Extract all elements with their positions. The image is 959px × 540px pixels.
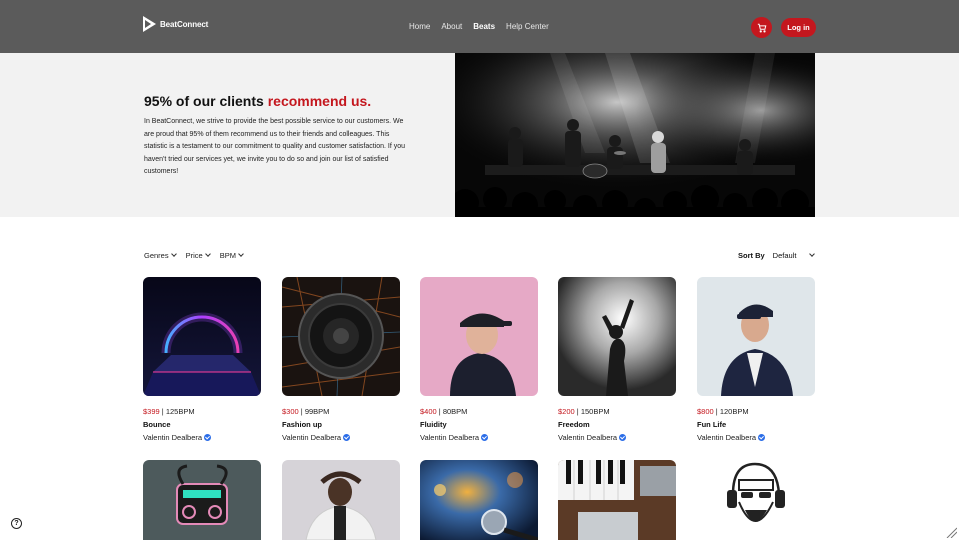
filter-genres-label: Genres [144,251,169,260]
hero-text: In BeatConnect, we strive to provide the… [144,118,406,175]
beat-price-bpm: $400 | 80BPM [420,407,468,416]
hero-title: 95% of our clients recommend us. [144,93,371,109]
beat-artist[interactable]: Valentin Dealbera [420,433,538,442]
chevron-down-icon [170,251,177,257]
nav-home[interactable]: Home [409,22,430,31]
beat-bpm: 150BPM [580,407,610,416]
beat-cover-image[interactable] [697,460,815,540]
beat-price: $200 [558,407,575,416]
nav-about[interactable]: About [441,22,462,31]
beat-price: $800 [697,407,714,416]
beat-bpm: 99BPM [304,407,330,416]
beat-title[interactable]: Fun Life [697,420,815,429]
hero-title-prefix: 95% of our clients [144,93,268,109]
hero-section: 95% of our clients recommend us. In Beat… [0,53,959,217]
beat-cover-image[interactable] [143,460,261,540]
main-nav: Home About Beats Help Center [409,22,549,31]
beat-card[interactable] [420,460,538,540]
beat-artist[interactable]: Valentin Dealbera [558,433,676,442]
beat-cover-image[interactable] [420,277,538,396]
beat-card[interactable]: $200 | 150BPM Freedom Valentin Dealbera [558,277,676,442]
beat-price-bpm: $399 | 125BPM [143,407,195,416]
play-logo-icon [143,16,156,32]
beat-price: $399 [143,407,160,416]
cart-button[interactable] [751,17,772,38]
chevron-down-icon [204,251,211,257]
beat-card[interactable] [282,460,400,540]
beat-artist[interactable]: Valentin Dealbera [282,433,400,442]
filter-price[interactable]: Price [185,251,211,260]
verified-badge-icon [204,434,212,441]
beat-cover-image[interactable] [143,277,261,396]
site-header: BeatConnect Home About Beats Help Center… [0,0,959,53]
beat-title[interactable]: Fashion up [282,420,400,429]
beat-artist-name: Valentin Dealbera [282,433,342,442]
login-button[interactable]: Log in [781,18,816,37]
beat-card[interactable]: $400 | 80BPM Fluidity Valentin Dealbera [420,277,538,442]
beat-card[interactable] [697,460,815,540]
beat-artist-name: Valentin Dealbera [143,433,203,442]
beat-title[interactable]: Fluidity [420,420,538,429]
cart-icon [757,23,766,32]
beat-price-bpm: $300 | 99BPM [282,407,330,416]
beat-card[interactable]: $300 | 99BPM Fashion up Valentin Dealber… [282,277,400,442]
filter-bpm-label: BPM [219,251,236,260]
beat-bpm: 80BPM [442,407,468,416]
beat-card[interactable]: $800 | 120BPM Fun Life Valentin Dealbera [697,277,815,442]
concert-photo [455,53,815,217]
nav-beats[interactable]: Beats [473,22,495,31]
sort-label: Sort By [738,251,765,260]
beat-card[interactable]: $399 | 125BPM Bounce Valentin Dealbera [143,277,261,442]
verified-badge-icon [619,434,627,441]
logo[interactable]: BeatConnect [143,16,208,32]
beat-bpm: 125BPM [165,407,195,416]
filter-genres[interactable]: Genres [144,251,177,260]
verified-badge-icon [758,434,766,441]
beat-artist-name: Valentin Dealbera [558,433,618,442]
beat-title[interactable]: Freedom [558,420,676,429]
beat-artist[interactable]: Valentin Dealbera [143,433,261,442]
beat-price-bpm: $800 | 120BPM [697,407,749,416]
beat-cover-image[interactable] [420,460,538,540]
beat-price: $300 [282,407,299,416]
beat-cover-image[interactable] [282,460,400,540]
chevron-down-icon [809,251,816,257]
logo-text: BeatConnect [160,19,209,29]
beat-artist-name: Valentin Dealbera [420,433,480,442]
resize-grip-icon[interactable] [945,526,957,538]
beat-price: $400 [420,407,437,416]
beat-cover-image[interactable] [558,277,676,396]
sort-select[interactable]: Default [772,251,816,260]
filter-bar: Genres Price BPM [144,251,244,260]
beat-card[interactable] [558,460,676,540]
beat-price-bpm: $200 | 150BPM [558,407,610,416]
filter-price-label: Price [185,251,203,260]
verified-badge-icon [481,434,489,441]
nav-help-center[interactable]: Help Center [506,22,549,31]
sort-value: Default [772,251,797,260]
beat-artist-name: Valentin Dealbera [697,433,757,442]
sort-control: Sort By Default [738,251,816,260]
chevron-down-icon [238,251,244,257]
beat-cover-image[interactable] [558,460,676,540]
beat-artist[interactable]: Valentin Dealbera [697,433,815,442]
beat-cover-image[interactable] [282,277,400,396]
verified-badge-icon [343,434,351,441]
help-icon[interactable]: ? [11,518,22,529]
beat-bpm: 120BPM [719,407,749,416]
beat-title[interactable]: Bounce [143,420,261,429]
filter-bpm[interactable]: BPM [219,251,244,260]
beat-cover-image[interactable] [697,277,815,396]
hero-title-accent: recommend us. [267,93,372,109]
beat-card[interactable] [143,460,261,540]
